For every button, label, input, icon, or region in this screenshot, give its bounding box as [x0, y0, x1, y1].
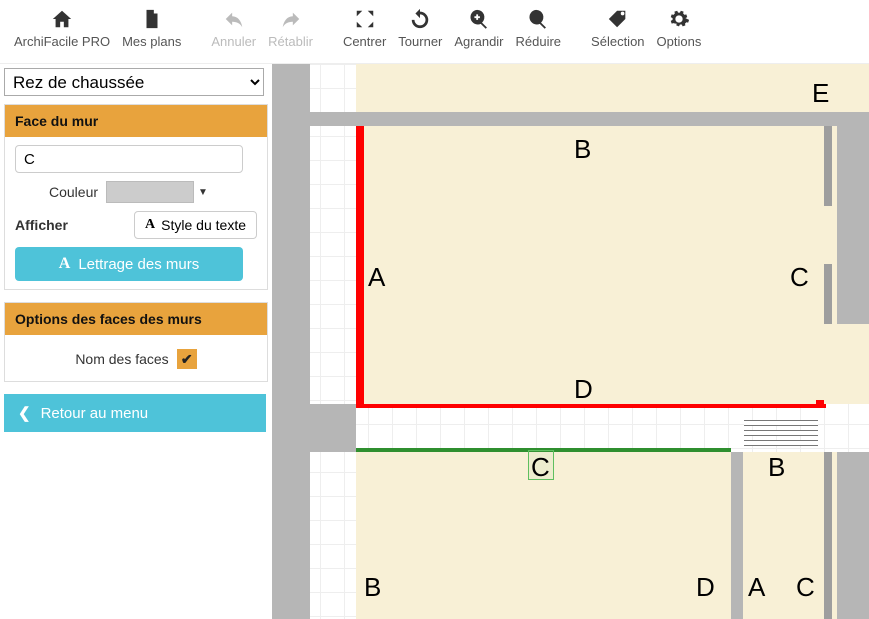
- redo-button[interactable]: Rétablir: [262, 4, 319, 51]
- options-button[interactable]: Options: [651, 4, 708, 51]
- floor-plan-canvas[interactable]: E B A C D C B B D A C: [272, 64, 869, 619]
- rotate-label: Tourner: [398, 34, 442, 49]
- color-label: Couleur: [49, 184, 98, 200]
- rotate-icon: [409, 6, 431, 32]
- letter-a-icon: A: [145, 217, 155, 233]
- letter-a-icon: A: [59, 255, 71, 273]
- file-icon: [141, 6, 163, 32]
- toolbar: ArchiFacile PRO Mes plans Annuler Rétabl…: [0, 0, 869, 64]
- wall-label: E: [812, 78, 829, 109]
- nom-faces-label: Nom des faces: [75, 351, 168, 367]
- wall: [837, 452, 869, 619]
- wall-selected[interactable]: [356, 126, 364, 408]
- wall: [731, 452, 743, 619]
- wall-label: D: [574, 374, 593, 405]
- center-button[interactable]: Centrer: [337, 4, 392, 51]
- wall: [272, 64, 310, 619]
- zoomout-icon: [527, 6, 549, 32]
- plans-label: Mes plans: [122, 34, 181, 49]
- undo-label: Annuler: [211, 34, 256, 49]
- wall-selected[interactable]: [816, 400, 824, 408]
- zoomin-icon: [468, 6, 490, 32]
- home-button[interactable]: ArchiFacile PRO: [8, 4, 116, 51]
- tag-icon: [607, 6, 629, 32]
- chevron-left-icon: ❮: [18, 404, 31, 422]
- floor-plan: E B A C D C B B D A C: [272, 64, 869, 619]
- color-swatch[interactable]: [106, 181, 194, 203]
- plans-button[interactable]: Mes plans: [116, 4, 187, 51]
- wall: [824, 264, 832, 324]
- wall: [837, 126, 869, 324]
- center-label: Centrer: [343, 34, 386, 49]
- floor-select[interactable]: Rez de chaussée: [4, 68, 264, 96]
- expand-icon: [354, 6, 376, 32]
- selection-label: Sélection: [591, 34, 644, 49]
- wall-label: C: [790, 262, 809, 293]
- panel-face-du-mur: Face du mur Couleur ▼ Afficher A Style d…: [4, 104, 268, 290]
- text-style-label: Style du texte: [161, 217, 246, 233]
- undo-icon: [223, 6, 245, 32]
- wall-label: C: [531, 452, 550, 483]
- door[interactable]: [744, 440, 818, 446]
- back-label: Retour au menu: [41, 405, 149, 422]
- door[interactable]: [744, 430, 818, 436]
- redo-icon: [280, 6, 302, 32]
- zoomin-label: Agrandir: [454, 34, 503, 49]
- caret-down-icon[interactable]: ▼: [198, 187, 208, 198]
- panel-face-title: Face du mur: [5, 105, 267, 137]
- panel-options-title: Options des faces des murs: [5, 303, 267, 335]
- wall-label: A: [368, 262, 385, 293]
- wall: [824, 452, 832, 619]
- face-name-input[interactable]: [15, 145, 243, 173]
- text-style-button[interactable]: A Style du texte: [134, 211, 257, 239]
- back-to-menu-button[interactable]: ❮ Retour au menu: [4, 394, 266, 432]
- sidebar: Rez de chaussée Face du mur Couleur ▼ Af…: [0, 64, 272, 619]
- wall-lettering-label: Lettrage des murs: [78, 256, 199, 273]
- zoomout-label: Réduire: [516, 34, 562, 49]
- wall-label: A: [748, 572, 765, 603]
- selection-button[interactable]: Sélection: [585, 4, 650, 51]
- gear-icon: [668, 6, 690, 32]
- wall-label: C: [796, 572, 815, 603]
- wall: [310, 112, 869, 126]
- wall: [824, 126, 832, 206]
- door[interactable]: [744, 420, 818, 426]
- redo-label: Rétablir: [268, 34, 313, 49]
- panel-options-faces: Options des faces des murs Nom des faces…: [4, 302, 268, 382]
- room-fill: [356, 64, 869, 112]
- undo-button[interactable]: Annuler: [205, 4, 262, 51]
- wall-label: B: [768, 452, 785, 483]
- zoomout-button[interactable]: Réduire: [510, 4, 568, 51]
- wall-label: B: [364, 572, 381, 603]
- wall: [310, 404, 356, 452]
- home-label: ArchiFacile PRO: [14, 34, 110, 49]
- wall-label: B: [574, 134, 591, 165]
- wall-lettering-button[interactable]: A Lettrage des murs: [15, 247, 243, 281]
- zoomin-button[interactable]: Agrandir: [448, 4, 509, 51]
- rotate-button[interactable]: Tourner: [392, 4, 448, 51]
- home-icon: [51, 6, 73, 32]
- afficher-label: Afficher: [15, 217, 68, 233]
- nom-faces-checkbox[interactable]: ✔: [177, 349, 197, 369]
- wall-label: D: [696, 572, 715, 603]
- options-label: Options: [657, 34, 702, 49]
